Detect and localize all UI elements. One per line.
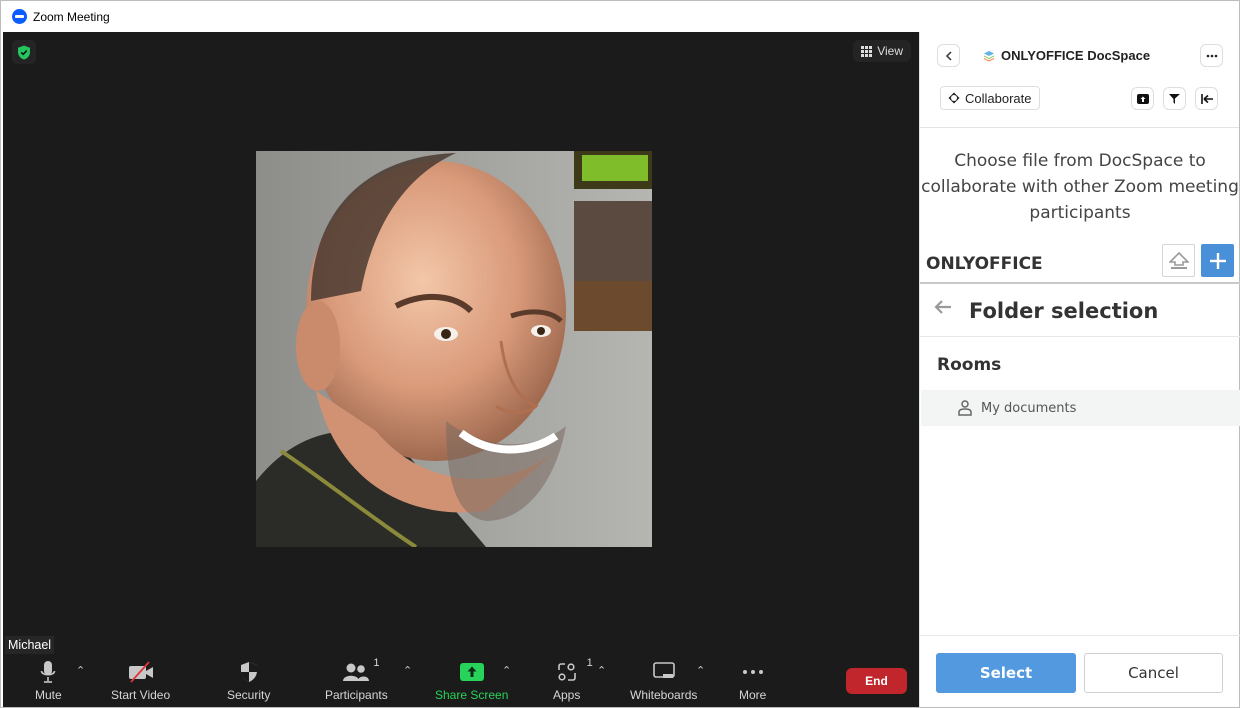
plus-icon (1209, 252, 1226, 269)
view-button[interactable]: View (853, 40, 911, 62)
whiteboards-options-caret[interactable]: ⌃ (696, 664, 705, 677)
ellipsis-icon (1206, 54, 1217, 57)
share-screen-button[interactable]: Share Screen (435, 659, 508, 702)
video-off-icon (127, 659, 155, 685)
apps-count: 1 (586, 657, 593, 669)
folder-back-button[interactable] (934, 299, 952, 320)
audio-options-caret[interactable]: ⌃ (76, 664, 85, 677)
collaborate-icon (948, 92, 960, 104)
panel-description: Choose file from DocSpace to collaborate… (921, 151, 1239, 223)
title-bar: Zoom Meeting (2, 2, 1239, 31)
cancel-button[interactable]: Cancel (1084, 653, 1223, 693)
folder-item-label: My documents (981, 400, 1077, 416)
filter-button[interactable] (1163, 87, 1186, 110)
upload-icon (1168, 251, 1189, 269)
upload-screen-button[interactable] (1131, 87, 1154, 110)
more-options-button[interactable] (1200, 44, 1223, 67)
view-label: View (877, 44, 903, 58)
more-dots-icon (742, 659, 764, 685)
apps-label: Apps (553, 688, 581, 702)
app-title-text: ONLYOFFICE DocSpace (1001, 48, 1151, 63)
rooms-section-label: Rooms (937, 355, 1002, 375)
more-label: More (739, 688, 767, 702)
participants-icon: 1 (343, 657, 379, 685)
zoom-window: Zoom Meeting View Michael Mute ⌃ Start V… (0, 0, 1240, 708)
app-title: ONLYOFFICE DocSpace (983, 48, 1150, 63)
whiteboard-icon (652, 659, 675, 685)
zoom-logo-icon (12, 9, 27, 24)
docspace-logo-icon (984, 50, 994, 61)
security-button[interactable]: Security (227, 659, 270, 702)
person-icon (958, 400, 972, 416)
chevron-left-icon (945, 50, 952, 61)
upload-button[interactable] (1162, 244, 1195, 277)
collapse-left-icon (1200, 93, 1213, 104)
share-screen-label: Share Screen (435, 688, 509, 702)
folder-item-my-documents[interactable]: My documents (921, 390, 1240, 426)
whiteboards-button[interactable]: Whiteboards (630, 659, 697, 702)
collapse-panel-button[interactable] (1195, 87, 1218, 110)
panel-footer: Select Cancel (920, 635, 1240, 707)
filter-icon (1169, 93, 1180, 104)
create-button[interactable] (1201, 244, 1234, 277)
onlyoffice-bar: ONLYOFFICE (920, 242, 1240, 284)
apps-button[interactable]: 1 Apps (553, 657, 593, 702)
arrow-left-icon (934, 300, 951, 314)
folder-selection-header: Folder selection (920, 286, 1240, 337)
more-button[interactable]: More (739, 659, 766, 702)
mute-button[interactable]: Mute (35, 659, 62, 702)
collaborate-label: Collaborate (965, 90, 1032, 106)
back-button[interactable] (937, 44, 960, 67)
end-meeting-button[interactable]: End (846, 668, 907, 694)
window-title: Zoom Meeting (33, 9, 110, 24)
participants-count: 1 (373, 657, 380, 669)
whiteboards-label: Whiteboards (630, 688, 698, 702)
security-label: Security (227, 688, 271, 702)
participants-label: Participants (325, 688, 388, 702)
encryption-shield-icon[interactable] (12, 40, 36, 64)
share-screen-icon (459, 659, 484, 685)
apps-options-caret[interactable]: ⌃ (597, 664, 606, 677)
share-options-caret[interactable]: ⌃ (502, 664, 511, 677)
meeting-toolbar: Mute ⌃ Start Video Security 1 Participan… (3, 649, 919, 707)
panel-header: ONLYOFFICE DocSpace Collaborate (920, 32, 1239, 128)
meeting-area: View Michael Mute ⌃ Start Video Security… (3, 32, 919, 707)
upload-box-icon (1136, 93, 1149, 104)
participants-button[interactable]: 1 Participants (325, 657, 388, 702)
participants-options-caret[interactable]: ⌃ (403, 664, 412, 677)
grid-view-icon (861, 45, 873, 57)
mute-label: Mute (35, 688, 62, 702)
collaborate-button[interactable]: Collaborate (940, 86, 1040, 110)
microphone-icon (40, 659, 56, 685)
security-shield-icon (240, 659, 258, 685)
start-video-label: Start Video (111, 688, 171, 702)
onlyoffice-brand: ONLYOFFICE (926, 254, 1043, 274)
apps-icon: 1 (557, 657, 593, 685)
docspace-panel: ONLYOFFICE DocSpace Collaborate Choose f… (919, 32, 1240, 707)
participant-video (256, 151, 652, 547)
start-video-button[interactable]: Start Video (111, 659, 170, 702)
folder-selection-title: Folder selection (969, 299, 1159, 323)
select-button[interactable]: Select (936, 653, 1076, 693)
participant-photo (256, 151, 652, 547)
